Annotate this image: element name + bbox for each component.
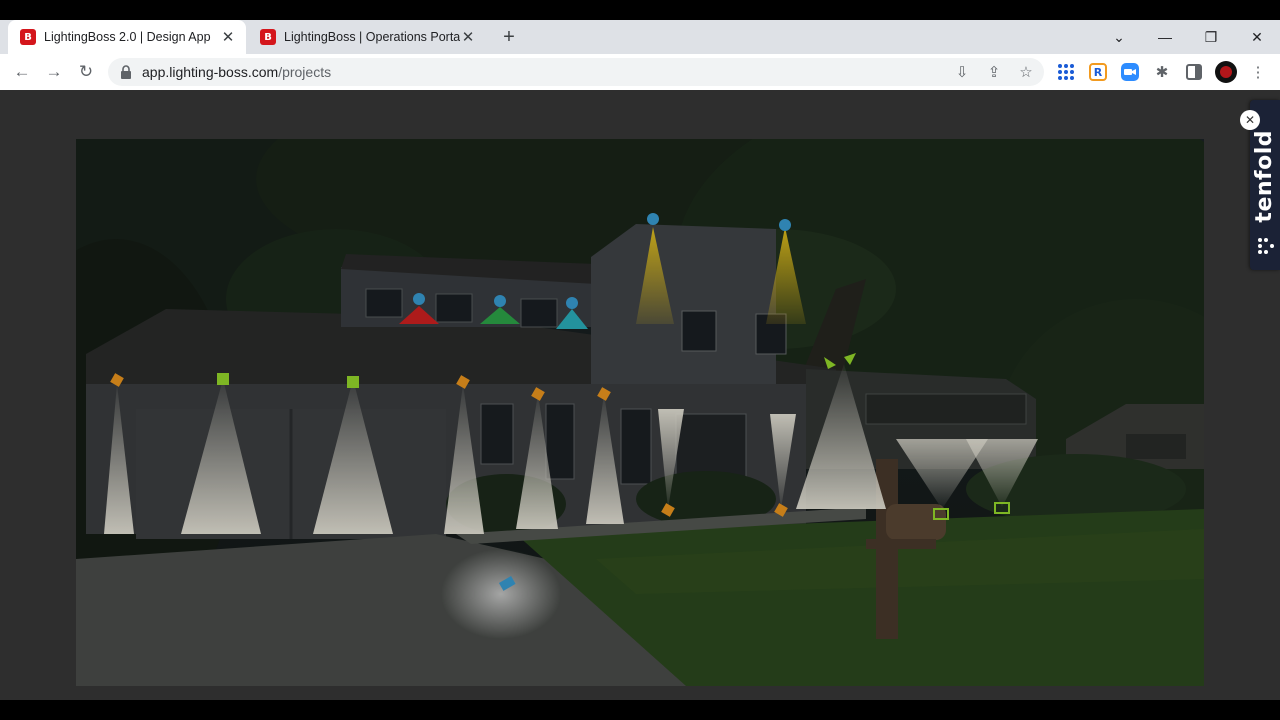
browser-toolbar: ← → ↻ app.lighting-boss.com/projects ⇩ ⇪…	[0, 54, 1280, 90]
svg-text:R: R	[1094, 66, 1103, 79]
zoom-extension-icon[interactable]	[1120, 62, 1140, 82]
close-tab-icon[interactable]: ✕	[220, 28, 236, 46]
house-photo-illustration	[76, 139, 1204, 686]
address-bar[interactable]: app.lighting-boss.com/projects	[108, 58, 1044, 86]
close-window-button[interactable]: ✕	[1234, 20, 1280, 54]
minimize-button[interactable]: —	[1142, 20, 1188, 54]
tenfold-logo-text: tenfold	[1252, 130, 1277, 223]
share-icon[interactable]: ⇪	[984, 62, 1004, 82]
back-button[interactable]: ←	[10, 60, 34, 84]
new-tab-button[interactable]: +	[497, 26, 521, 48]
tab-operations-portal[interactable]: B LightingBoss | Operations Portal ✕	[248, 20, 486, 54]
forward-button[interactable]: →	[42, 60, 66, 84]
lightingboss-logo-icon: B	[20, 29, 36, 45]
lighting-design-canvas[interactable]	[76, 139, 1204, 686]
tab-label: LightingBoss | Operations Portal	[284, 30, 460, 44]
url-path: /projects	[278, 64, 332, 80]
side-panel-icon[interactable]	[1184, 62, 1204, 82]
reload-button[interactable]: ↻	[74, 60, 98, 84]
bottom-letterbox	[0, 700, 1280, 720]
url-host: app.lighting-boss.com	[142, 64, 279, 80]
lightingboss-logo-icon: B	[260, 29, 276, 45]
tenfold-logo-icon	[1258, 238, 1274, 254]
close-icon[interactable]: ✕	[1240, 110, 1260, 130]
lock-icon	[121, 65, 131, 79]
chrome-menu-icon[interactable]: ⋮	[1248, 62, 1268, 82]
tab-design-app[interactable]: B LightingBoss 2.0 | Design App ✕	[8, 20, 246, 54]
page-content: ✕ tenfold	[0, 90, 1280, 700]
extension-r-icon[interactable]: R	[1088, 62, 1108, 82]
tab-search-icon[interactable]: ⌄	[1096, 20, 1142, 54]
top-letterbox	[0, 0, 1280, 20]
profile-avatar[interactable]	[1214, 60, 1238, 84]
extension-grid-icon[interactable]	[1056, 62, 1076, 82]
restore-button[interactable]: ❐	[1188, 20, 1234, 54]
bookmark-star-icon[interactable]: ☆	[1016, 62, 1036, 82]
puzzle-extensions-icon[interactable]: ✱	[1152, 62, 1172, 82]
tenfold-extension-panel[interactable]: ✕ tenfold	[1240, 100, 1280, 270]
install-app-icon[interactable]: ⇩	[952, 62, 972, 82]
tab-label: LightingBoss 2.0 | Design App	[44, 30, 211, 44]
tab-strip: B LightingBoss 2.0 | Design App ✕ B Ligh…	[0, 20, 1280, 54]
close-tab-icon[interactable]: ✕	[460, 28, 476, 46]
